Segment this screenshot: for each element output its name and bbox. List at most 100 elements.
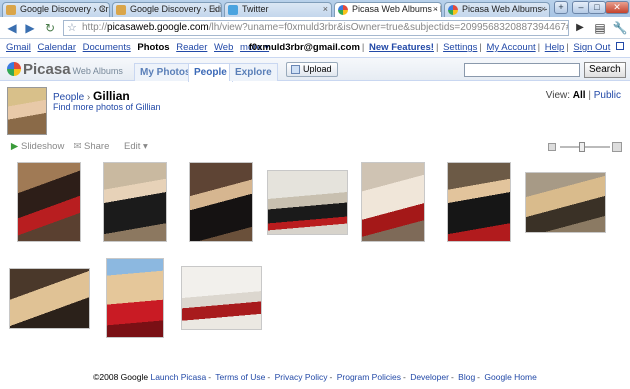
breadcrumb: People › Gillian <box>53 89 130 103</box>
upload-button[interactable]: Upload <box>286 62 338 77</box>
share-label: Share <box>84 141 110 152</box>
search-button[interactable]: Search <box>584 62 626 78</box>
tab-title: Google Discovery › Edit… <box>130 4 221 14</box>
tools-menu-icon[interactable]: 🔧 <box>612 20 628 36</box>
my-account-link[interactable]: My Account <box>487 42 536 53</box>
expand-icon[interactable] <box>616 42 624 50</box>
small-size-icon[interactable] <box>548 143 556 151</box>
slider-handle[interactable] <box>579 142 585 152</box>
view-public-link[interactable]: Public <box>594 90 621 101</box>
help-link[interactable]: Help <box>545 42 565 53</box>
view-filter: View: All | Public <box>545 90 621 101</box>
gbar-link-reader[interactable]: Reader <box>176 42 207 53</box>
browser-tab-3[interactable]: Twitter × <box>224 2 332 17</box>
page-menu-icon[interactable]: ▤ <box>592 20 608 36</box>
page-title: Gillian <box>93 89 130 103</box>
find-more-link[interactable]: Find more photos of Gillian <box>53 102 161 112</box>
photo-thumbnail[interactable] <box>181 266 262 330</box>
tab-explore[interactable]: Explore <box>229 63 278 81</box>
gbar-link-web[interactable]: Web <box>214 42 233 53</box>
photo-thumbnail[interactable] <box>103 162 167 242</box>
avatar[interactable] <box>7 87 47 135</box>
settings-link[interactable]: Settings <box>443 42 477 53</box>
new-tab-button[interactable]: + <box>554 1 568 14</box>
envelope-icon: ✉ <box>73 141 82 152</box>
browser-tab-2[interactable]: Google Discovery › Edit… × <box>112 2 222 17</box>
sign-out-link[interactable]: Sign Out <box>573 42 610 53</box>
browser-tab-4[interactable]: Picasa Web Albums - P… × <box>334 2 442 18</box>
view-all-option: All <box>572 90 586 101</box>
search-input[interactable] <box>464 63 580 77</box>
footer-link-developer[interactable]: Developer <box>410 372 449 382</box>
browser-tab-1[interactable]: Google Discovery › Cri… × <box>2 2 110 17</box>
copyright: ©2008 Google <box>93 372 149 382</box>
google-bar: Gmail Calendar Documents Photos Reader W… <box>0 40 630 56</box>
picasa-header: Picasa Web Albums My Photos People Explor… <box>0 57 630 82</box>
footer-link-privacy[interactable]: Privacy Policy <box>275 372 328 382</box>
close-icon[interactable]: × <box>323 3 328 16</box>
slideshow-button[interactable]: ▶ Slideshow <box>10 141 64 152</box>
photo-thumbnail[interactable] <box>447 162 511 242</box>
google-services: Gmail Calendar Documents Photos Reader W… <box>6 41 269 55</box>
twitter-icon <box>228 5 238 15</box>
close-window-button[interactable]: ✕ <box>605 1 629 14</box>
reload-icon[interactable]: ↻ <box>42 20 58 36</box>
photo-thumbnail[interactable] <box>189 162 253 242</box>
tab-title: Picasa Web Albums - N… <box>462 4 549 14</box>
close-icon[interactable]: × <box>541 3 546 16</box>
footer-link-terms[interactable]: Terms of Use <box>215 372 265 382</box>
footer-link-launch-picasa[interactable]: Launch Picasa <box>150 372 206 382</box>
tab-title: Google Discovery › Cri… <box>20 4 110 14</box>
play-icon: ▶ <box>10 141 19 152</box>
upload-icon <box>291 65 300 74</box>
photo-thumbnail[interactable] <box>17 162 81 242</box>
star-icon[interactable]: ☆ <box>67 21 77 35</box>
close-icon[interactable]: × <box>433 3 438 16</box>
photo-thumbnail[interactable] <box>525 172 606 233</box>
gbar-current-photos: Photos <box>137 42 170 53</box>
url-path: /lh/view?uname=f0xmuld3rbr&isOwner=true&… <box>208 22 569 33</box>
address-bar[interactable]: ☆ http://picasaweb.google.com/lh/view?un… <box>63 20 569 36</box>
gbar-link-calendar[interactable]: Calendar <box>37 42 76 53</box>
browser-tab-5[interactable]: Picasa Web Albums - N… × <box>444 2 550 17</box>
url-host: picasaweb.google.com <box>107 22 209 33</box>
footer: ©2008 Google Launch Picasa - Terms of Use… <box>93 372 537 382</box>
photo-thumbnail[interactable] <box>361 162 425 242</box>
account-links: f0xmuld3rbr@gmail.com | New Features! | Se… <box>249 41 624 55</box>
browser-toolbar: ◀ ▶ ↻ ☆ http://picasaweb.google.com/lh/v… <box>0 17 630 39</box>
picasa-icon <box>338 5 348 15</box>
tab-people[interactable]: People <box>188 63 233 82</box>
logo-text: Picasa <box>23 61 71 78</box>
user-email: f0xmuld3rbr@gmail.com <box>248 42 360 53</box>
tab-title: Picasa Web Albums - P… <box>352 4 441 14</box>
gbar-link-gmail[interactable]: Gmail <box>6 42 31 53</box>
picasa-icon <box>7 62 21 76</box>
photo-thumbnail[interactable] <box>106 258 164 338</box>
gbar-link-documents[interactable]: Documents <box>83 42 131 53</box>
picasa-icon <box>448 5 458 15</box>
new-features-link[interactable]: New Features! <box>369 42 434 53</box>
tab-title: Twitter <box>242 4 269 14</box>
go-icon[interactable]: ▶ <box>572 20 588 36</box>
footer-link-blog[interactable]: Blog <box>458 372 475 382</box>
share-button[interactable]: ✉ Share <box>73 141 110 152</box>
upload-label: Upload <box>303 64 332 74</box>
slideshow-label: Slideshow <box>21 141 65 152</box>
edit-menu[interactable]: Edit ▾ <box>124 141 148 152</box>
footer-link-google-home[interactable]: Google Home <box>484 372 536 382</box>
forward-icon[interactable]: ▶ <box>22 20 38 36</box>
large-size-icon[interactable] <box>612 142 622 152</box>
logo-subtitle: Web Albums <box>72 66 123 76</box>
google-icon <box>116 5 126 15</box>
thumbnail-size-slider[interactable] <box>548 142 622 152</box>
close-icon[interactable]: × <box>213 3 218 16</box>
photo-thumbnail[interactable] <box>267 170 348 235</box>
close-icon[interactable]: × <box>101 3 106 16</box>
footer-link-program-policies[interactable]: Program Policies <box>337 372 401 382</box>
slider-track[interactable] <box>560 146 610 148</box>
maximize-button[interactable]: □ <box>588 1 606 14</box>
google-icon <box>6 5 16 15</box>
picasa-logo[interactable]: Picasa Web Albums <box>7 61 123 78</box>
back-icon[interactable]: ◀ <box>4 20 20 36</box>
photo-thumbnail[interactable] <box>9 268 90 329</box>
